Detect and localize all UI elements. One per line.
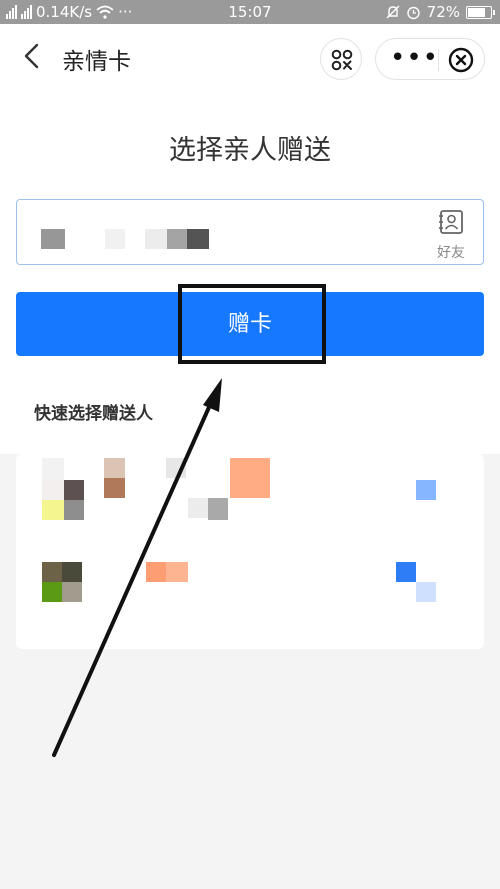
masked-account-value xyxy=(41,229,65,249)
masked-name xyxy=(166,562,188,582)
battery-icon xyxy=(466,5,495,19)
highlight-box xyxy=(178,284,326,364)
close-icon[interactable] xyxy=(448,47,474,73)
friends-label: 好友 xyxy=(437,245,465,261)
qr-code-icon xyxy=(331,49,353,71)
masked-avatar xyxy=(42,480,64,500)
section-heading: 选择亲人赠送 xyxy=(169,135,331,166)
masked-name xyxy=(188,498,208,518)
contact-book-icon xyxy=(439,210,463,234)
masked-name xyxy=(166,458,186,478)
quick-select-contacts xyxy=(16,454,484,649)
masked-account-value xyxy=(145,229,167,249)
masked-avatar xyxy=(64,480,84,500)
silent-bell-icon xyxy=(386,5,400,18)
recipient-account-input[interactable]: 好友 xyxy=(16,199,484,265)
capsule-divider xyxy=(438,49,439,71)
status-right: 72% xyxy=(386,3,495,21)
masked-avatar xyxy=(62,562,82,582)
masked-name xyxy=(208,498,228,520)
masked-avatar xyxy=(42,562,62,582)
friends-contact-button[interactable]: 好友 xyxy=(433,208,469,262)
masked-name xyxy=(104,478,125,498)
masked-avatar xyxy=(42,582,62,602)
masked-avatar xyxy=(42,500,64,520)
masked-avatar xyxy=(64,500,84,520)
battery-percent: 72% xyxy=(426,3,460,21)
masked-name xyxy=(104,458,125,478)
masked-indicator xyxy=(396,562,416,582)
back-arrow-icon[interactable] xyxy=(18,42,46,70)
masked-account-value xyxy=(167,229,187,249)
give-card-button[interactable]: 赠卡 xyxy=(16,284,484,364)
masked-account-value xyxy=(187,229,209,249)
mini-program-capsule: ••• xyxy=(375,38,485,80)
nav-bar: 亲情卡 ••• xyxy=(0,24,500,94)
masked-account-value xyxy=(105,229,125,249)
alarm-icon xyxy=(406,6,420,19)
scan-button[interactable] xyxy=(320,38,362,80)
masked-indicator xyxy=(416,582,436,602)
status-bar: 0.14K/s ··· 15:07 72% xyxy=(0,0,500,24)
masked-avatar xyxy=(42,458,64,480)
more-options-button[interactable]: ••• xyxy=(390,43,439,73)
page-title: 亲情卡 xyxy=(62,49,131,75)
page: 亲情卡 ••• 选择亲人赠送 好友 赠卡 快速选择赠送人 xyxy=(0,24,500,889)
masked-name xyxy=(230,458,270,498)
masked-name xyxy=(146,562,166,582)
quick-select-title: 快速选择赠送人 xyxy=(34,404,153,424)
masked-indicator xyxy=(416,480,436,500)
masked-avatar xyxy=(62,582,82,602)
